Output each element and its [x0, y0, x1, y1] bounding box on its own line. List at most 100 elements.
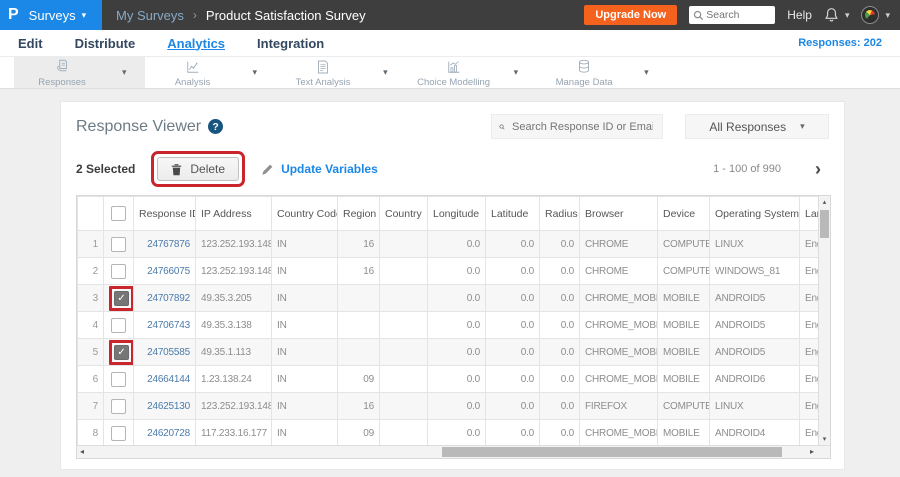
breadcrumb-separator-icon: › — [192, 8, 197, 22]
chevron-down-icon[interactable]: ▾ — [514, 67, 519, 78]
row-checkbox[interactable] — [111, 425, 126, 441]
response-id-link[interactable]: 24625130 — [133, 392, 196, 420]
chevron-down-icon[interactable]: ▾ — [644, 67, 649, 78]
cell-region — [337, 311, 380, 339]
account-menu[interactable]: ▾ — [861, 6, 890, 24]
row-checkbox[interactable]: ✓ — [114, 290, 129, 306]
cell-device: COMPUTER — [657, 230, 710, 258]
nav-item-edit[interactable]: Edit — [18, 36, 43, 51]
row-checkbox[interactable] — [111, 317, 126, 333]
toolbar-item-text-analysis[interactable]: Text Analysis ▾ — [275, 57, 406, 88]
scroll-right-icon[interactable]: ▸ — [810, 447, 814, 456]
cell-device: MOBILE — [657, 419, 710, 447]
cell-os: LINUX — [709, 392, 800, 420]
breadcrumb: My Surveys › Product Satisfaction Survey — [116, 8, 366, 23]
chevron-down-icon[interactable]: ▾ — [122, 67, 127, 78]
delete-button[interactable]: Delete — [157, 157, 240, 181]
column-header-radius[interactable]: Radius — [539, 196, 580, 231]
row-checkbox[interactable] — [111, 371, 126, 387]
pagination-range: 1 - 100 of 990 — [713, 163, 781, 175]
select-all-header[interactable] — [103, 196, 134, 231]
upgrade-now-button[interactable]: Upgrade Now — [584, 5, 678, 25]
checkbox-cell — [103, 230, 134, 258]
row-checkbox[interactable] — [111, 263, 126, 279]
cell-device: COMPUTER — [657, 257, 710, 285]
cell-country_code: IN — [271, 230, 338, 258]
column-header-latitude[interactable]: Latitude — [485, 196, 540, 231]
response-id-link[interactable]: 24767876 — [133, 230, 196, 258]
table-row: 5 ✓ 24705585 49.35.1.113 IN 0.0 0.0 0.0 CHROME_M… — [77, 338, 830, 366]
global-search-input[interactable] — [704, 8, 767, 22]
response-id-link[interactable]: 24766075 — [133, 257, 196, 285]
column-header-region[interactable]: Region — [337, 196, 380, 231]
response-id-link[interactable]: 24706743 — [133, 311, 196, 339]
scroll-up-icon[interactable]: ▴ — [819, 198, 830, 206]
cell-num: 6 — [77, 365, 104, 393]
global-search[interactable] — [689, 6, 776, 24]
nav-item-analytics[interactable]: Analytics — [167, 36, 225, 51]
select-all-checkbox[interactable] — [111, 206, 126, 221]
response-id-link[interactable]: 24620728 — [133, 419, 196, 447]
response-id-link[interactable]: 24707892 — [133, 284, 196, 312]
update-variables-label: Update Variables — [281, 162, 378, 176]
cell-longitude: 0.0 — [427, 230, 486, 258]
vertical-scrollbar[interactable]: ▴ ▾ — [818, 196, 830, 445]
choice-modelling-icon — [447, 60, 459, 73]
column-header-ip-address[interactable]: IP Address — [195, 196, 272, 231]
cell-ip: 117.233.16.177 — [195, 419, 272, 447]
toolbar-item-choice-modelling[interactable]: Choice Modelling ▾ — [406, 57, 537, 88]
column-header-browser[interactable]: Browser — [579, 196, 658, 231]
toolbar-item-responses[interactable]: Responses ▾ — [14, 57, 145, 88]
column-header-device[interactable]: Device — [657, 196, 710, 231]
breadcrumb-current-survey: Product Satisfaction Survey — [205, 7, 366, 23]
cell-country — [379, 419, 428, 447]
notifications-menu[interactable]: ▾ — [824, 7, 849, 23]
response-search-input[interactable] — [510, 119, 655, 134]
responses-filter-dropdown[interactable]: All Responses ▾ — [685, 114, 829, 139]
toolbar-label-choice-modelling: Choice Modelling — [417, 76, 491, 88]
chevron-down-icon[interactable]: ▾ — [383, 67, 388, 78]
row-checkbox[interactable]: ✓ — [114, 344, 129, 360]
cell-ip: 49.35.1.113 — [195, 338, 272, 366]
table-row: 7 24625130 123.252.193.148 IN 16 0.0 0.0 0.0 FIR… — [77, 392, 830, 420]
response-search[interactable] — [491, 114, 663, 139]
chevron-down-icon[interactable]: ▾ — [253, 67, 258, 78]
row-checkbox[interactable] — [111, 236, 126, 252]
cell-country — [379, 230, 428, 258]
help-icon[interactable]: ? — [208, 119, 224, 134]
cell-ip: 123.252.193.148 — [195, 230, 272, 258]
cell-ip: 1.23.138.24 — [195, 365, 272, 393]
cell-os: ANDROID6 — [709, 365, 800, 393]
checkbox-cell — [103, 365, 134, 393]
cell-browser: CHROME_MOBILE — [579, 311, 658, 339]
response-id-link[interactable]: 24705585 — [133, 338, 196, 366]
scroll-down-icon[interactable]: ▾ — [819, 435, 830, 443]
breadcrumb-my-surveys[interactable]: My Surveys — [116, 8, 184, 23]
horizontal-scrollbar[interactable]: ◂ ▸ — [77, 445, 830, 458]
update-variables-link[interactable]: Update Variables — [261, 162, 378, 176]
next-page-icon[interactable]: › — [815, 160, 821, 178]
column-header-longitude[interactable]: Longitude — [427, 196, 486, 231]
column-header-country-code[interactable]: Country Code — [271, 196, 338, 231]
help-link[interactable]: Help — [787, 8, 812, 22]
row-checkbox[interactable] — [111, 398, 126, 414]
horizontal-scroll-thumb[interactable] — [442, 447, 782, 457]
column-header-country[interactable]: Country — [379, 196, 428, 231]
nav-item-integration[interactable]: Integration — [257, 36, 324, 51]
column-header-operating-system[interactable]: Operating System — [709, 196, 800, 231]
cell-radius: 0.0 — [539, 230, 580, 258]
response-viewer-card: Response Viewer ? All Responses ▾ 2 Sele… — [60, 101, 845, 470]
cell-device: MOBILE — [657, 284, 710, 312]
vertical-scroll-thumb[interactable] — [820, 210, 829, 238]
scroll-left-icon[interactable]: ◂ — [80, 447, 84, 456]
cell-browser: CHROME — [579, 230, 658, 258]
toolbar-item-manage-data[interactable]: Manage Data ▾ — [536, 57, 667, 88]
product-menu[interactable]: P Surveys ▾ — [0, 0, 102, 30]
column-header-response-id[interactable]: Response ID▴ — [133, 196, 196, 231]
toolbar-item-analysis[interactable]: Analysis ▾ — [145, 57, 276, 88]
cell-country — [379, 311, 428, 339]
cell-longitude: 0.0 — [427, 311, 486, 339]
nav-item-distribute[interactable]: Distribute — [75, 36, 136, 51]
pencil-icon — [262, 164, 273, 175]
response-id-link[interactable]: 24664144 — [133, 365, 196, 393]
